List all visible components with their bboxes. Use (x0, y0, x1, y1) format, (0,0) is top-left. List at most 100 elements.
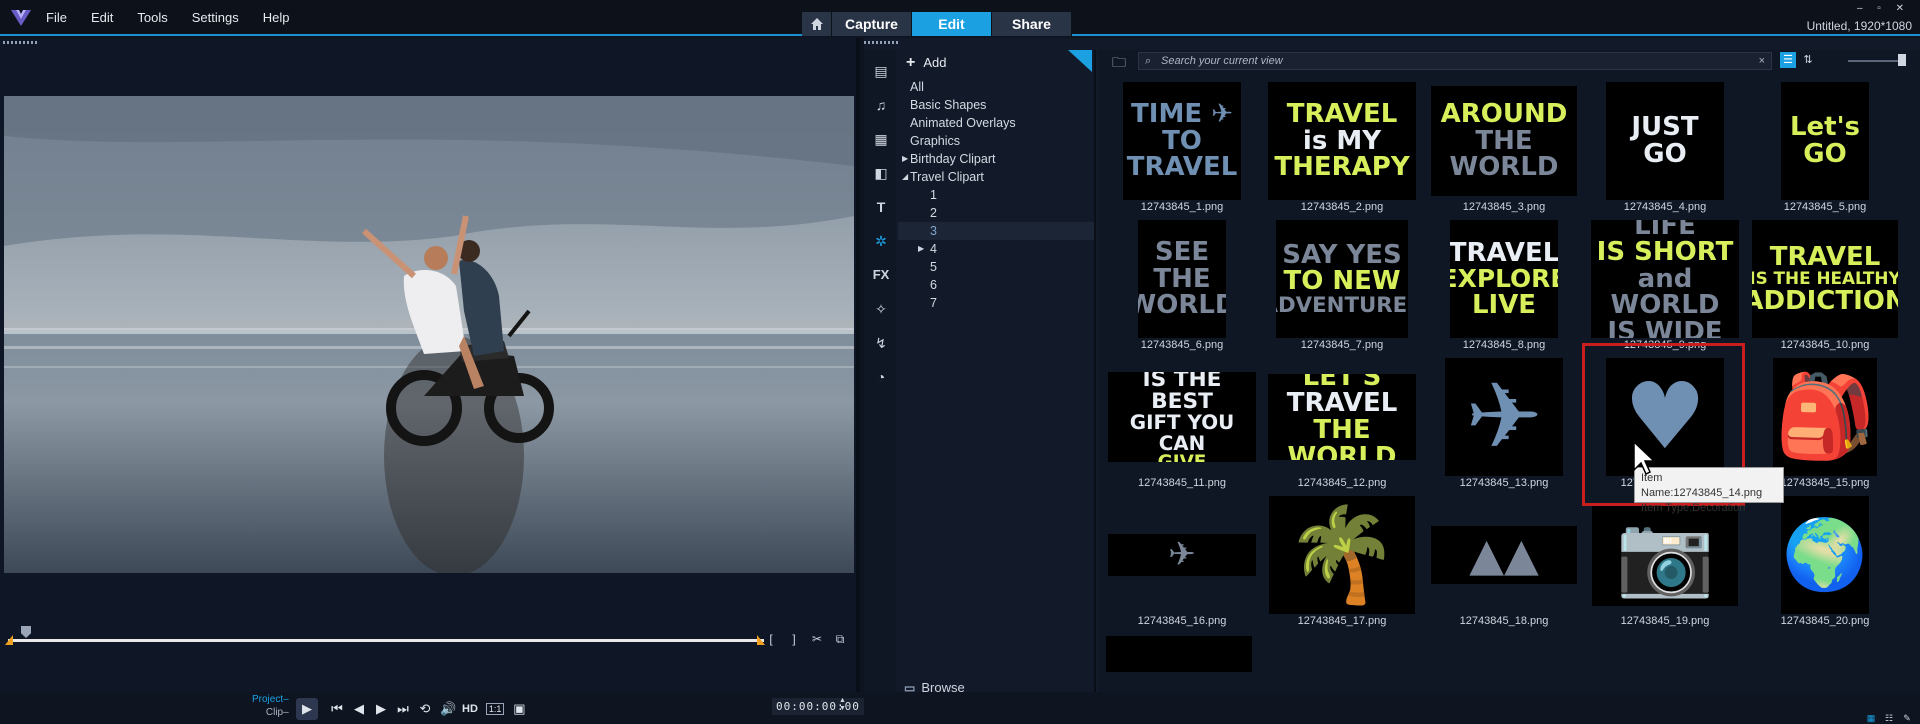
open-folder-icon[interactable]: 🗀 (1112, 52, 1126, 76)
end-icon[interactable]: ⏭ (396, 701, 410, 717)
pin-icon[interactable] (1068, 50, 1092, 72)
thumbnail-filename: 12743845_6.png (1140, 339, 1224, 351)
clear-search-icon[interactable]: × (1759, 53, 1765, 69)
preview-window[interactable] (4, 96, 854, 573)
transition-icon[interactable]: ◧ (870, 162, 892, 184)
thumbnail-image: 🎒 (1773, 358, 1877, 476)
project-mode-label[interactable]: Project– (252, 693, 289, 706)
playback-timeline[interactable] (8, 639, 764, 642)
thumbnail-filename: 12743845_17.png (1297, 615, 1387, 627)
thumbnail-item[interactable]: TRAVEL is MY THERAPY 12743845_2.png (1264, 80, 1420, 220)
tree-item-birthday-clipart[interactable]: Birthday Clipart (910, 152, 995, 166)
mark-out-icon[interactable]: ] (787, 632, 801, 647)
window-controls[interactable]: – ▫ ✕ (1857, 3, 1910, 14)
project-clip-toggle[interactable]: Project– Clip– (252, 693, 289, 719)
search-input[interactable]: ⌕ Search your current view × (1138, 52, 1772, 70)
expand-caret-icon[interactable]: ▶ (918, 244, 924, 253)
tree-item-3[interactable]: 3 (930, 224, 937, 238)
thumbnail-item[interactable]: Let's GO 12743845_5.png (1747, 80, 1903, 220)
panel-grip[interactable] (3, 41, 37, 44)
home-start-icon[interactable]: ⏮ (330, 701, 344, 717)
tree-item-basic-shapes[interactable]: Basic Shapes (910, 98, 986, 112)
expand-caret-icon[interactable]: ▶ (902, 154, 908, 163)
thumbnail-filename: 12743845_2.png (1300, 201, 1384, 213)
timecode-stepper-icon[interactable]: ▲ ▼ (839, 697, 846, 713)
path-icon[interactable]: ↯ (870, 332, 892, 354)
graphics-icon[interactable]: ✲ (870, 230, 892, 252)
scrubber-handle[interactable] (21, 626, 31, 638)
next-frame-icon[interactable]: ▶ (374, 701, 388, 717)
tree-item-travel-clipart[interactable]: Travel Clipart (910, 170, 984, 184)
clip-mode-label[interactable]: Clip– (252, 706, 289, 719)
browse-label: Browse (921, 680, 965, 695)
menu-file[interactable]: File (46, 10, 67, 25)
repeat-icon[interactable]: ⟲ (418, 701, 432, 717)
thumbnail-item[interactable]: LET'S TRAVEL THE WORLD 12743845_12.png (1264, 356, 1420, 496)
clipart-text: LIVE (1471, 289, 1537, 320)
tree-item-graphics[interactable]: Graphics (910, 134, 960, 148)
tree-item-4[interactable]: 4 (930, 242, 937, 256)
volume-icon[interactable]: 🔊 (440, 701, 456, 717)
collapse-caret-icon[interactable]: ◢ (902, 172, 908, 181)
audio-icon[interactable]: ♫ (870, 94, 892, 116)
split-clip-icon[interactable]: ✂ (810, 632, 824, 647)
home-tab[interactable] (802, 12, 832, 36)
menu-edit[interactable]: Edit (91, 10, 113, 25)
tab-edit[interactable]: Edit (912, 12, 992, 36)
sort-icon[interactable]: ⇅ (1800, 52, 1816, 68)
tree-item-all[interactable]: All (910, 80, 924, 94)
details-view-icon[interactable]: ☷ (1882, 712, 1896, 724)
thumbnail-item[interactable]: ▲▲ 12743845_18.png (1426, 494, 1582, 634)
thumbnail-item[interactable]: ✈ 12743845_13.png (1426, 356, 1582, 496)
change-display-mode-icon[interactable]: ▣ (512, 701, 526, 717)
menu-tools[interactable]: Tools (137, 10, 167, 25)
thumbnail-item[interactable]: TRAVEL IS THE HEALTHY ADDICTION 12743845_10… (1747, 218, 1903, 358)
tree-item-1[interactable]: 1 (930, 188, 937, 202)
add-folder-button[interactable]: + Add (906, 54, 946, 72)
trim-start-marker[interactable] (5, 635, 13, 645)
tab-capture[interactable]: Capture (832, 12, 912, 36)
hd-preview-toggle[interactable]: HD (462, 703, 478, 715)
thumbnail-item[interactable]: TRAVELEXPLORELIVE12743845_8.png (1426, 218, 1582, 358)
aspect-ratio-select[interactable]: 1:1 (485, 703, 505, 715)
media-icon[interactable]: ▤ (870, 60, 892, 82)
magic-wand-icon[interactable]: ✧ (870, 298, 892, 320)
thumbnail-size-knob[interactable] (1898, 54, 1906, 66)
previous-frame-icon[interactable]: ◀ (352, 701, 366, 717)
thumbnail-item[interactable]: ✈ 12743845_16.png (1104, 494, 1260, 634)
thumbnail-item[interactable]: TRAVELIS THE BESTGIFT YOU CANGIVE YOURSE… (1104, 356, 1260, 496)
instant-project-icon[interactable]: ▦ (870, 128, 892, 150)
menu-help[interactable]: Help (263, 10, 290, 25)
thumbnail-item[interactable]: 🌴 12743845_17.png (1264, 494, 1420, 634)
thumbnail-image: TRAVEL is MY THERAPY (1268, 82, 1416, 200)
mark-in-icon[interactable]: [ (764, 632, 778, 647)
tree-item-animated-overlays[interactable]: Animated Overlays (910, 116, 1016, 130)
play-icon[interactable]: ▶ (296, 698, 318, 720)
thumbnail-size-slider[interactable] (1848, 60, 1904, 62)
tree-item-2[interactable]: 2 (930, 206, 937, 220)
project-info: Untitled, 1920*1080 (1806, 19, 1912, 33)
thumbnail-item[interactable]: LIFE IS SHORT and WORLD IS WIDE 12743845_9.p… (1587, 218, 1743, 358)
tree-item-7[interactable]: 7 (930, 296, 937, 310)
enlarge-preview-icon[interactable]: ⧉ (833, 632, 847, 647)
thumbnail-item[interactable]: SEE THE WORLD 12743845_6.png (1104, 218, 1260, 358)
fx-filter-icon[interactable]: FX (870, 264, 892, 286)
timecode-field[interactable]: 00:00:00:00 (772, 698, 864, 715)
thumbnail-item-partial[interactable] (1106, 636, 1252, 672)
thumbnail-item[interactable]: TIME ✈ TO TRAVEL 12743845_1.png (1104, 80, 1260, 220)
speed-icon[interactable]: ◔ (870, 366, 892, 388)
menu-settings[interactable]: Settings (192, 10, 239, 25)
library-tree: + Add All Basic Shapes Animated Overlays … (896, 50, 1096, 695)
tree-item-6[interactable]: 6 (930, 278, 937, 292)
tab-share[interactable]: Share (992, 12, 1072, 36)
thumbnail-item[interactable]: JUST GO 12743845_4.png (1587, 80, 1743, 220)
thumbnail-item[interactable]: AROUND THE WORLD 12743845_3.png (1426, 80, 1582, 220)
edit-view-icon[interactable]: ✎ (1900, 712, 1914, 724)
title-icon[interactable]: T (870, 196, 892, 218)
library-panel-grip[interactable] (864, 41, 898, 44)
list-view-icon[interactable]: ☰ (1780, 52, 1796, 68)
tree-item-5[interactable]: 5 (930, 260, 937, 274)
thumbnail-view-icon[interactable]: ▦ (1864, 712, 1878, 724)
thumbnail-item[interactable]: SAY YESTO NEWADVENTURES12743845_7.png (1264, 218, 1420, 358)
browse-button[interactable]: ▭ Browse (904, 680, 965, 695)
